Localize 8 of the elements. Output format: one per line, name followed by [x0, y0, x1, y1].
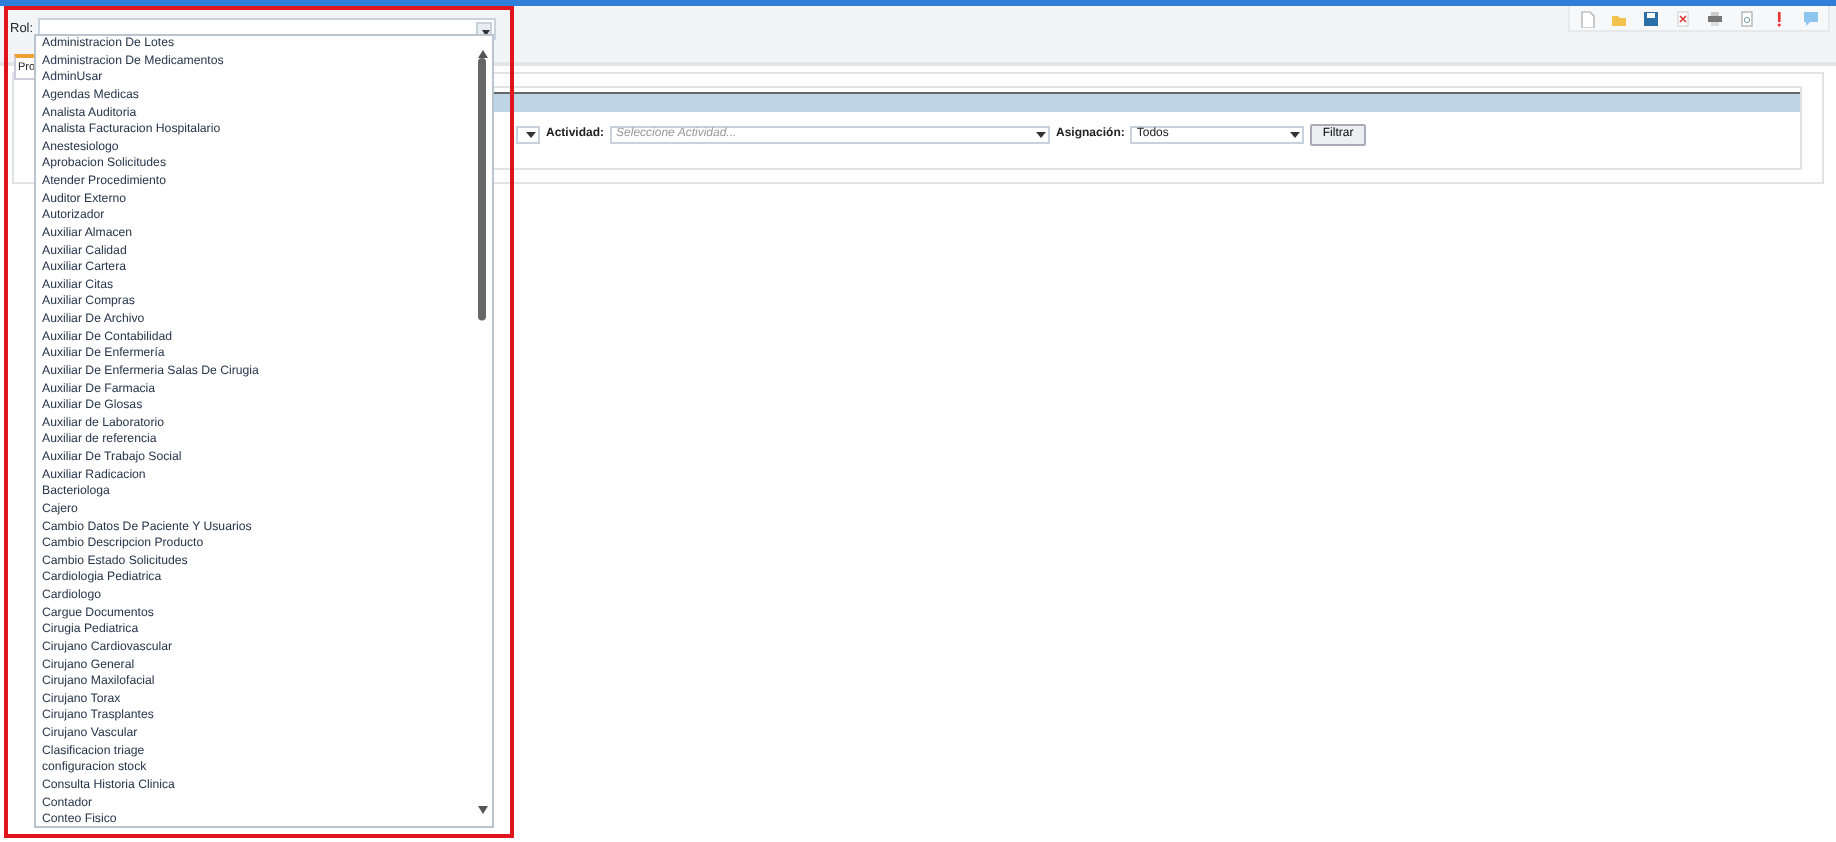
- select-field[interactable]: [516, 126, 540, 144]
- save-icon[interactable]: [1642, 9, 1660, 27]
- print-icon[interactable]: [1706, 9, 1724, 27]
- caret-icon: [524, 128, 538, 142]
- document-icon[interactable]: [1738, 9, 1756, 27]
- delete-icon[interactable]: [1674, 9, 1692, 27]
- caret-icon: [1288, 128, 1303, 142]
- caret-icon: [1034, 128, 1049, 142]
